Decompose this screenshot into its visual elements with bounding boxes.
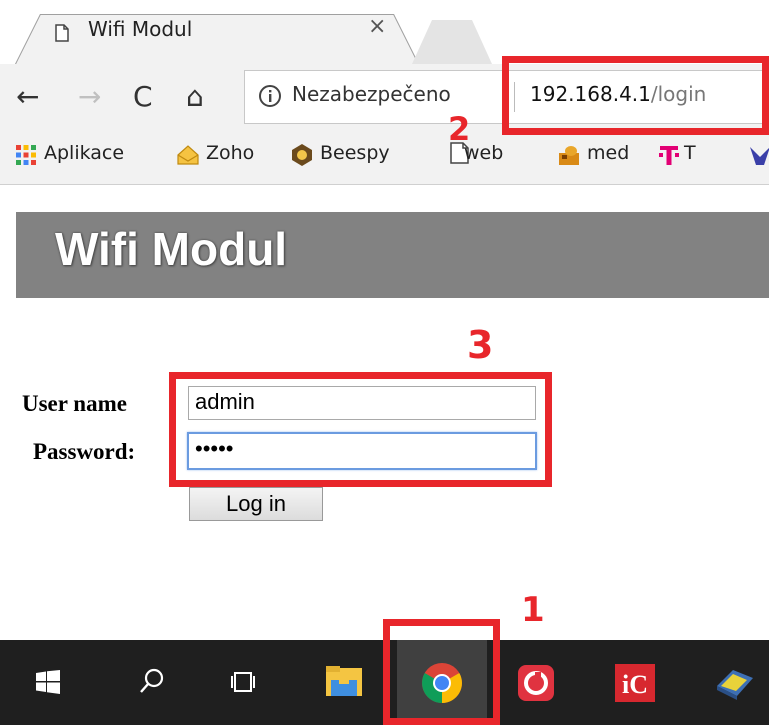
svg-text:iC: iC: [622, 670, 648, 699]
bookmark-overflow-icon[interactable]: [748, 143, 769, 167]
annotation-number-2: 2: [448, 110, 471, 148]
security-status[interactable]: Nezabezpečeno: [292, 82, 451, 106]
bookmark-zoho[interactable]: Zoho: [206, 142, 254, 164]
bookmark-aplikace[interactable]: Aplikace: [44, 142, 124, 164]
annotation-number-3: 3: [467, 323, 494, 367]
start-icon[interactable]: [36, 670, 60, 694]
forward-button[interactable]: →: [78, 80, 101, 113]
bookmark-beespy[interactable]: Beespy: [320, 142, 390, 164]
page-title: Wifi Modul: [55, 223, 288, 275]
t-mobile-icon: [659, 146, 679, 165]
med-icon: [559, 146, 579, 165]
username-label: User name: [22, 391, 127, 416]
task-view-icon[interactable]: [228, 670, 258, 694]
bookmark-t[interactable]: T: [684, 142, 696, 164]
apps-grid-icon: [16, 145, 36, 165]
annotation-box-2: [502, 56, 769, 135]
reload-button[interactable]: C: [133, 80, 153, 113]
zoho-icon: [177, 145, 199, 165]
annotation-number-1: 1: [521, 590, 545, 630]
tab-outline: [14, 14, 420, 66]
file-explorer-icon[interactable]: [325, 664, 363, 698]
tab-close-icon[interactable]: ×: [368, 14, 386, 39]
red-app-icon[interactable]: [517, 664, 555, 702]
ic-app-icon[interactable]: iC: [615, 664, 655, 702]
beespy-icon: [292, 144, 312, 166]
tab-wifi-modul[interactable]: [14, 14, 420, 66]
info-icon[interactable]: [258, 84, 282, 108]
page-doc-icon: [55, 24, 69, 42]
annotation-box-1: [383, 619, 500, 725]
password-label: Password:: [33, 439, 136, 464]
tab-title: Wifi Modul: [88, 17, 193, 41]
monitor-app-icon[interactable]: [715, 664, 755, 702]
annotation-box-3: [169, 372, 552, 487]
back-button[interactable]: ←: [16, 80, 39, 113]
bookmark-med[interactable]: med: [587, 142, 629, 164]
search-icon[interactable]: [138, 667, 166, 695]
login-button[interactable]: Log in: [189, 487, 323, 521]
home-button[interactable]: ⌂: [186, 80, 204, 113]
